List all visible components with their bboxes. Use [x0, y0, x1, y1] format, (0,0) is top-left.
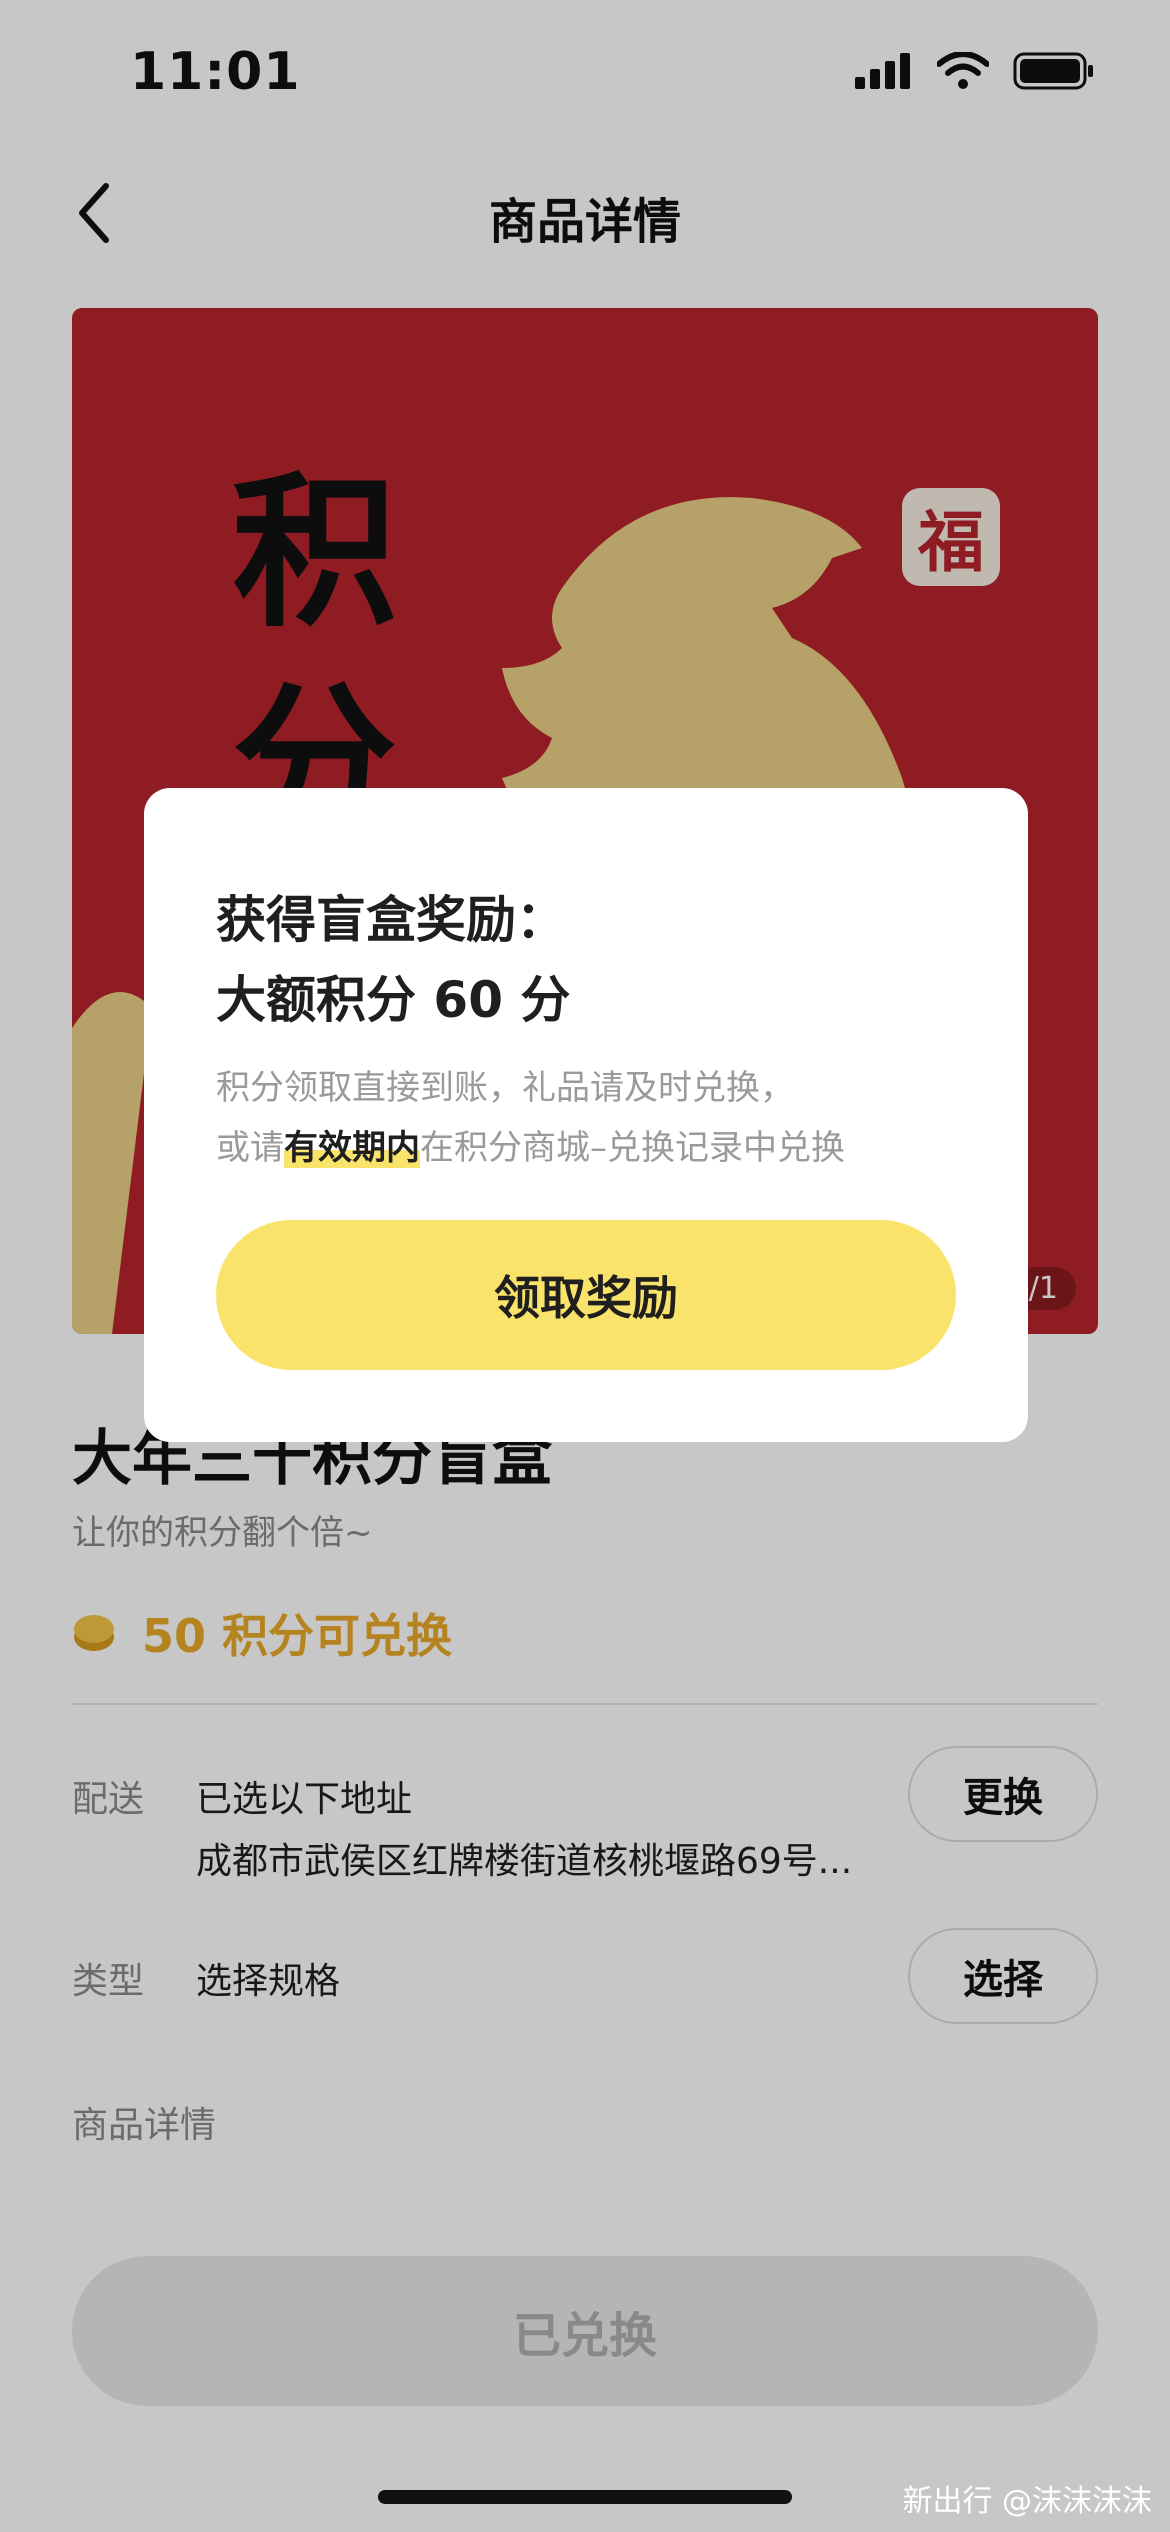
watermark: 新出行 @沫沫沫沫	[902, 2484, 1152, 2519]
screen: 11:01 商品详情 积 分 福 /1 大年三十积分盲盒 让你的积分翻个倍~ 5…	[0, 0, 1170, 2532]
modal-desc-suffix: 在积分商城–兑换记录中兑换	[420, 1128, 845, 1168]
modal-title: 获得盲盒奖励：	[216, 891, 566, 949]
modal-amount: 大额积分 60 分	[216, 971, 571, 1029]
claim-reward-button[interactable]: 领取奖励	[216, 1220, 956, 1370]
modal-desc-line2: 或请有效期内在积分商城–兑换记录中兑换	[216, 1118, 976, 1178]
home-indicator[interactable]	[378, 2490, 792, 2504]
modal-desc-line1: 积分领取直接到账，礼品请及时兑换，	[216, 1068, 794, 1108]
modal-desc-prefix: 或请	[216, 1128, 284, 1168]
modal-desc-highlight: 有效期内	[284, 1128, 420, 1168]
reward-modal: 获得盲盒奖励： 大额积分 60 分 积分领取直接到账，礼品请及时兑换， 或请有效…	[144, 788, 1028, 1442]
modal-description: 积分领取直接到账，礼品请及时兑换， 或请有效期内在积分商城–兑换记录中兑换	[216, 1058, 976, 1178]
